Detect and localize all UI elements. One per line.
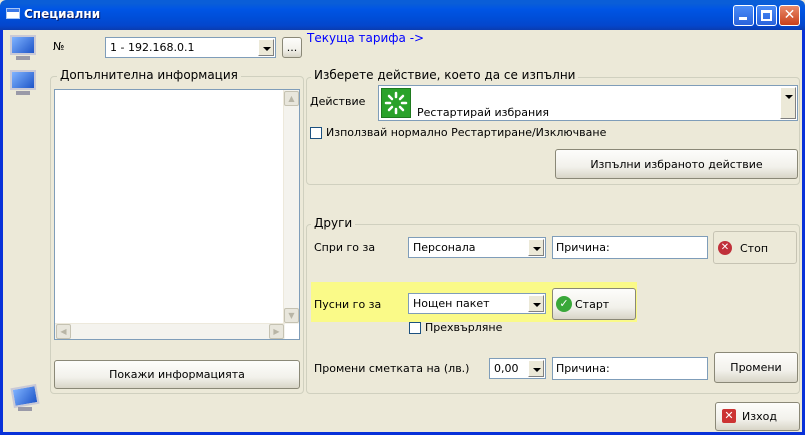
computer-select[interactable]: 1 - 192.168.0.1: [105, 37, 276, 58]
horizontal-scrollbar[interactable]: ◀ ▶: [55, 323, 285, 339]
stop-for-label: Спри го за: [314, 241, 376, 254]
chevron-down-icon: [258, 39, 274, 56]
stop-icon: ✕: [718, 241, 732, 255]
action-label: Действие: [310, 95, 366, 108]
vertical-scrollbar[interactable]: ▲ ▼: [283, 90, 299, 324]
maximize-icon: [761, 10, 772, 21]
change-button[interactable]: Промени: [714, 352, 798, 383]
minimize-button[interactable]: [733, 5, 754, 26]
chevron-down-icon: [528, 239, 544, 256]
scroll-right-icon[interactable]: ▶: [269, 324, 284, 339]
info-panel-title: Допълнителна информация: [57, 68, 241, 82]
chevron-down-icon: [528, 360, 544, 377]
exit-icon: ✕: [722, 409, 736, 423]
browse-button[interactable]: ...: [282, 37, 302, 58]
action-select[interactable]: Рестартирай избрания: [378, 85, 798, 121]
transfer-label: Прехвърляне: [425, 321, 503, 334]
check-icon: ✓: [556, 296, 572, 312]
maximize-button[interactable]: [756, 5, 777, 26]
change-reason-input[interactable]: Причина:: [552, 357, 708, 380]
window-title: Специални: [24, 7, 101, 21]
close-icon: ✕: [783, 7, 796, 23]
current-tariff-link[interactable]: Текуща тарифа ->: [307, 31, 424, 45]
start-button[interactable]: ✓ Старт: [552, 288, 636, 320]
network-computers-icon: [4, 33, 40, 63]
action-panel-title: Изберете действие, което да се изпълни: [311, 68, 579, 82]
transfer-checkbox[interactable]: [409, 322, 421, 334]
stop-reason-input[interactable]: Причина:: [552, 236, 708, 259]
change-account-label: Промени сметката на (лв.): [314, 362, 470, 375]
start-for-select[interactable]: Нощен пакет: [408, 293, 546, 314]
start-for-label: Пусни го за: [314, 298, 382, 311]
scroll-up-icon[interactable]: ▲: [284, 91, 299, 106]
exit-button[interactable]: ✕ Изход: [715, 402, 800, 431]
title-bar: [0, 0, 805, 30]
stop-for-select[interactable]: Персонала: [408, 237, 546, 258]
execute-action-button[interactable]: Изпълни избраното действие: [555, 149, 798, 179]
chevron-down-icon: [780, 87, 796, 119]
amount-select[interactable]: 0,00: [489, 358, 546, 379]
restart-icon: [381, 88, 411, 118]
wizard-computer-icon: [6, 383, 42, 414]
chevron-down-icon: [528, 295, 544, 312]
minimize-icon: [739, 17, 747, 20]
show-info-button[interactable]: Покажи информацията: [54, 360, 300, 389]
info-listbox[interactable]: ▲ ▼ ◀ ▶: [54, 89, 300, 340]
scroll-down-icon[interactable]: ▼: [284, 308, 299, 323]
normal-restart-label: Използвай нормално Рестартиране/Изключва…: [326, 126, 607, 139]
window-icon: [6, 8, 20, 19]
number-label: №: [53, 40, 65, 53]
other-panel-title: Други: [311, 216, 356, 230]
action-value: Рестартирай избрания: [417, 106, 549, 119]
close-button[interactable]: ✕: [779, 5, 800, 26]
scroll-left-icon[interactable]: ◀: [56, 324, 71, 339]
normal-restart-checkbox[interactable]: [310, 127, 322, 139]
stop-button[interactable]: ✕ Стоп: [713, 231, 797, 264]
computer-icon: [4, 68, 40, 98]
